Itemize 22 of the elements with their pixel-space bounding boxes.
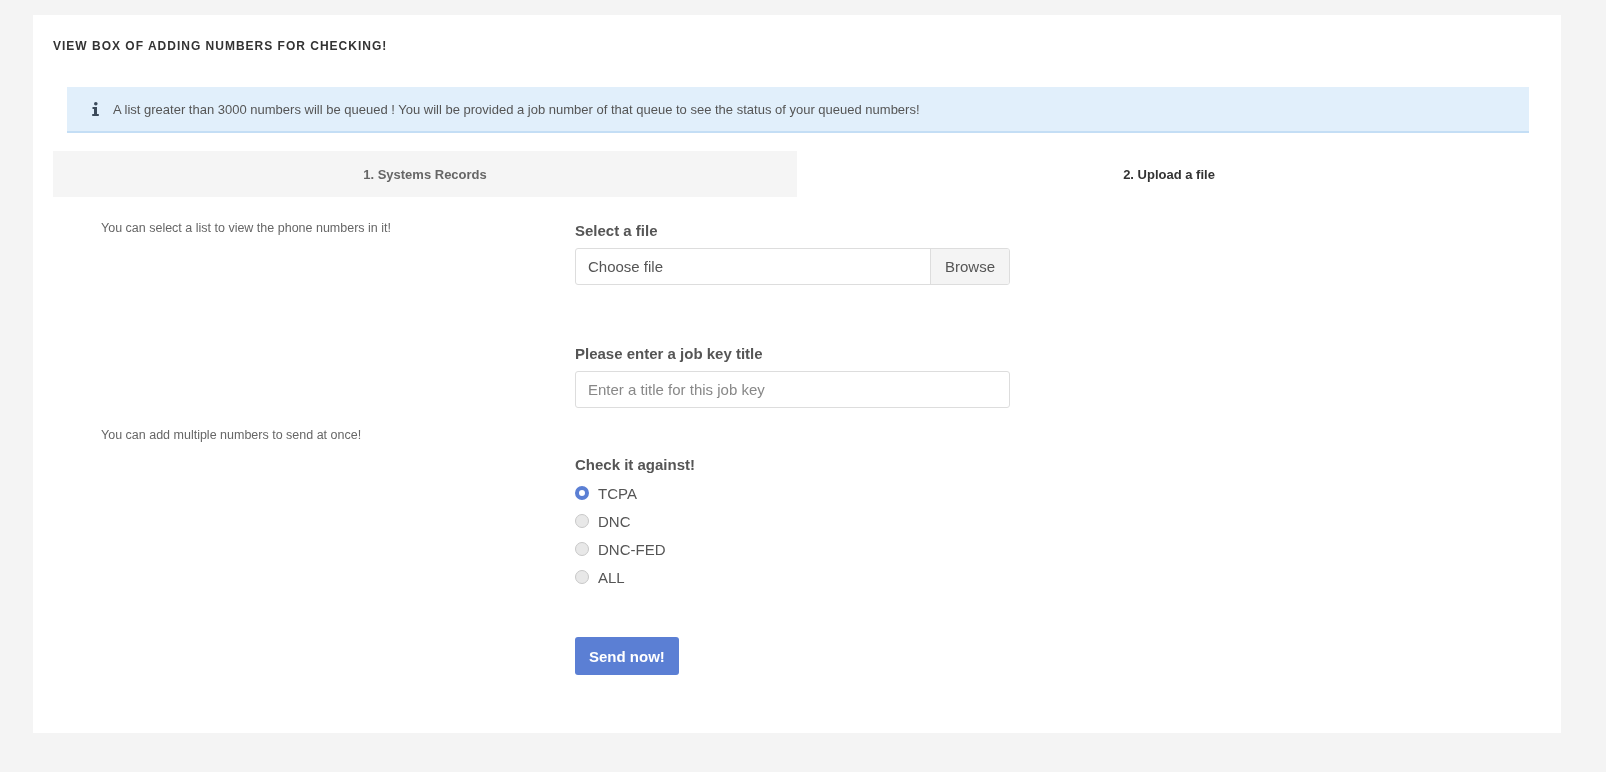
field-label: Select a file xyxy=(575,222,659,239)
hint-text: You can select a list to view the phone numbers in it! xyxy=(101,221,392,235)
field-label: Please enter a job key title xyxy=(575,345,764,362)
info-icon xyxy=(92,102,99,116)
file-placeholder: Choose file xyxy=(587,257,665,277)
radio-label: ALL xyxy=(598,568,625,586)
field-label: Check it against! xyxy=(575,456,697,473)
browse-button[interactable]: Browse xyxy=(930,249,1009,284)
file-input[interactable]: Choose file Browse xyxy=(575,248,1010,285)
panel-title: VIEW BOX OF ADDING NUMBERS FOR CHECKING! xyxy=(53,39,389,53)
tab[interactable]: 1. Systems Records xyxy=(53,151,797,197)
radio-button[interactable] xyxy=(575,570,589,584)
radio-button[interactable] xyxy=(575,486,589,500)
send-button[interactable]: Send now! xyxy=(575,637,679,675)
title-input[interactable]: Enter a title for this job key xyxy=(575,371,1010,408)
alert-text: A list greater than 3000 numbers will be queued ! You will be provided a job number of that queue to see the status of your queued numbers! xyxy=(113,101,920,117)
radio-button[interactable] xyxy=(575,514,589,528)
radio-button[interactable] xyxy=(575,542,589,556)
radio-label: DNC-FED xyxy=(598,540,666,558)
hint-text: You can add multiple numbers to send at once! xyxy=(101,428,363,442)
radio-label: DNC xyxy=(598,512,631,530)
radio-label: TCPA xyxy=(598,484,637,502)
